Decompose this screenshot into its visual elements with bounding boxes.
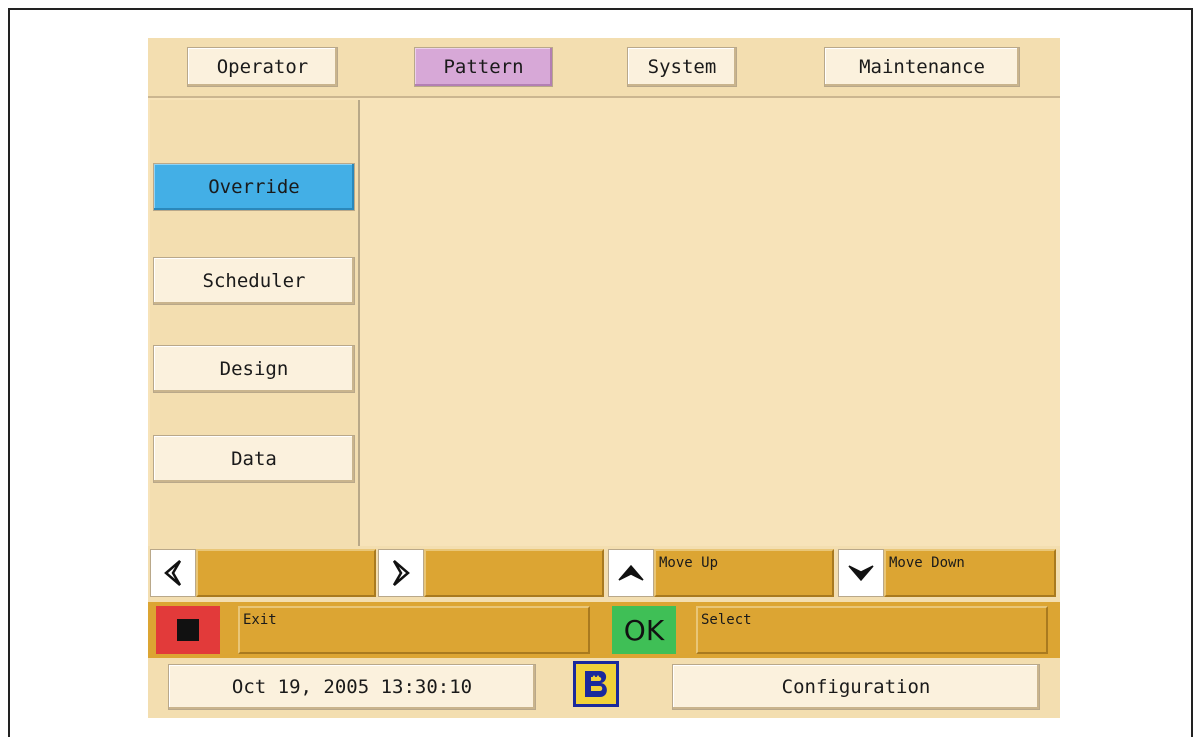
left-nav-field[interactable] xyxy=(196,549,376,597)
sidebar-item-override[interactable]: Override xyxy=(153,163,355,211)
brand-logo-icon[interactable] xyxy=(573,661,619,707)
ok-icon[interactable]: OK xyxy=(612,606,676,654)
tab-pattern[interactable]: Pattern xyxy=(414,47,553,87)
arrow-right-icon[interactable] xyxy=(378,549,424,597)
arrow-up-icon[interactable] xyxy=(608,549,654,597)
right-nav-field[interactable] xyxy=(424,549,604,597)
tab-maintenance[interactable]: Maintenance xyxy=(824,47,1020,87)
top-tab-bar: Operator Pattern System Maintenance xyxy=(148,38,1060,98)
sidebar-item-design[interactable]: Design xyxy=(153,345,355,393)
select-field[interactable]: Select xyxy=(696,606,1048,654)
move-up-field[interactable]: Move Up xyxy=(654,549,834,597)
stop-square xyxy=(177,619,199,641)
sidebar: Override Scheduler Design Data xyxy=(150,100,360,546)
exit-field[interactable]: Exit xyxy=(238,606,590,654)
navigation-row: Move Up Move Down xyxy=(148,546,1060,602)
arrow-down-icon[interactable] xyxy=(838,549,884,597)
action-row: Exit OK Select xyxy=(148,602,1060,658)
tab-system[interactable]: System xyxy=(627,47,737,87)
configuration-button[interactable]: Configuration xyxy=(672,664,1040,710)
move-down-field[interactable]: Move Down xyxy=(884,549,1056,597)
status-row: Oct 19, 2005 13:30:10 Configuration xyxy=(148,658,1060,718)
sidebar-item-data[interactable]: Data xyxy=(153,435,355,483)
hmi-screen: Operator Pattern System Maintenance Over… xyxy=(148,38,1060,718)
tab-operator[interactable]: Operator xyxy=(187,47,338,87)
arrow-left-icon[interactable] xyxy=(150,549,196,597)
main-content-area xyxy=(362,100,1058,546)
datetime-display: Oct 19, 2005 13:30:10 xyxy=(168,664,536,710)
stop-icon[interactable] xyxy=(156,606,220,654)
sidebar-item-scheduler[interactable]: Scheduler xyxy=(153,257,355,305)
